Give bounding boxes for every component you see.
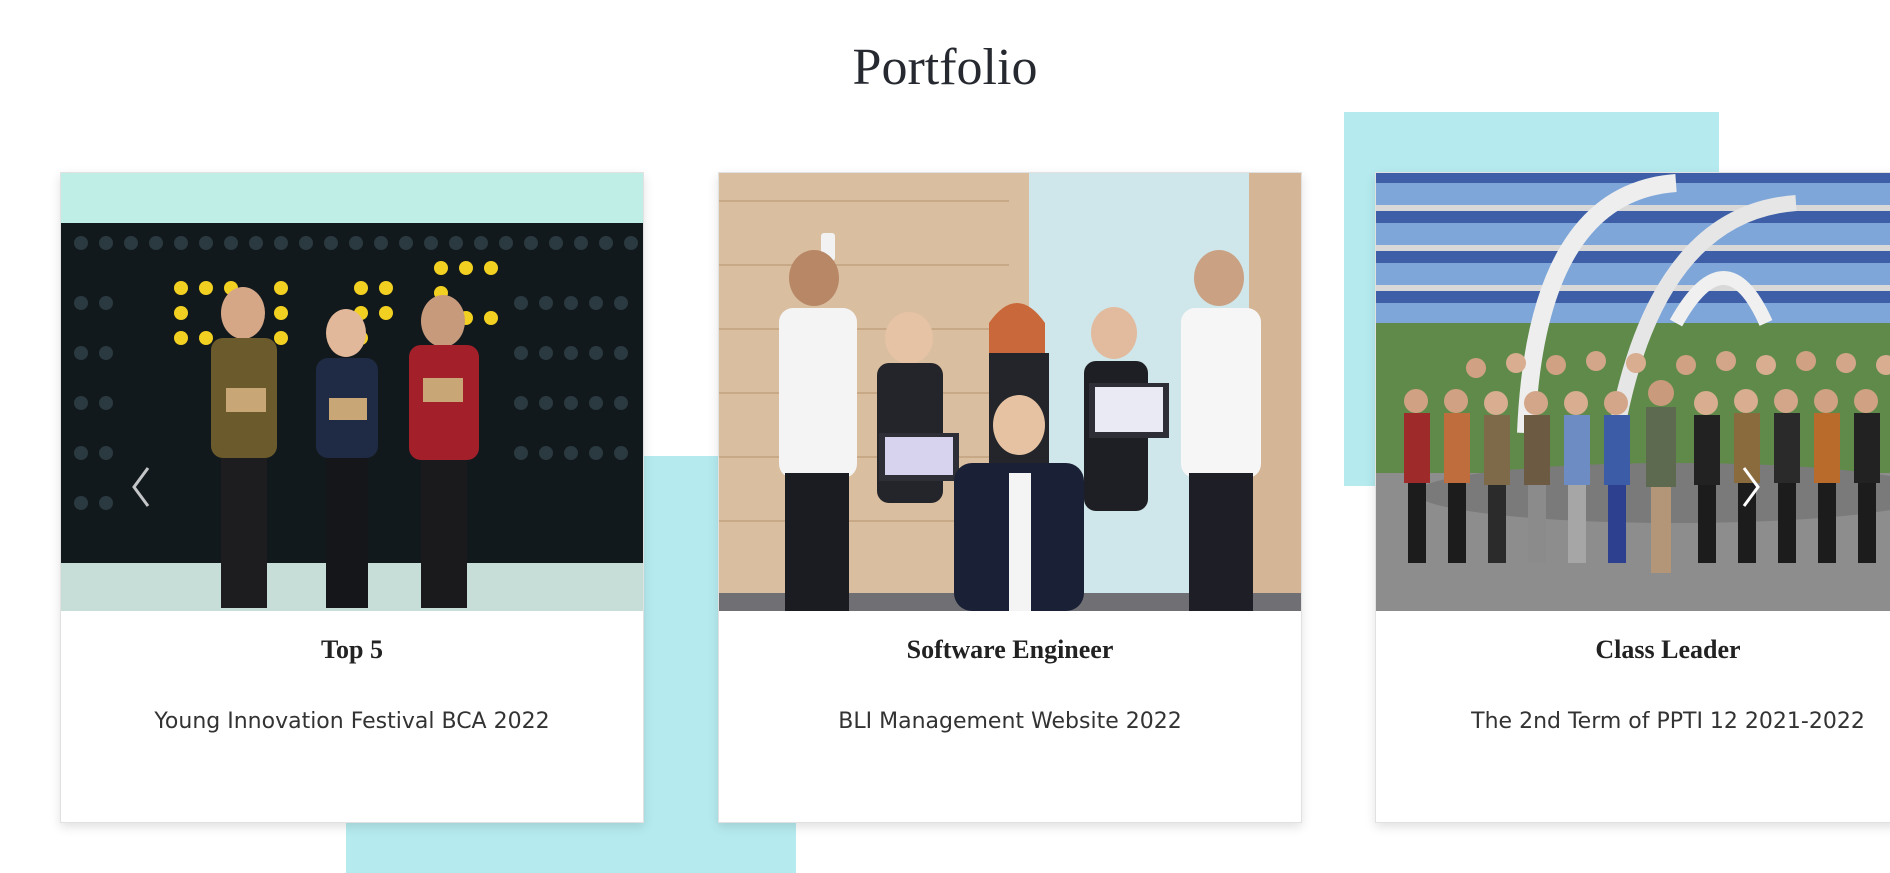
portfolio-card[interactable]: Class Leader The 2nd Term of PPTI 12 202… [1375, 172, 1890, 823]
portfolio-section: Portfolio Top 5 Young Innovation Festiva… [0, 0, 1890, 873]
carousel-prev-button[interactable] [122, 462, 162, 512]
portfolio-photo [719, 173, 1301, 611]
portfolio-card[interactable]: Software Engineer BLI Management Website… [718, 172, 1302, 823]
carousel-next-button[interactable] [1730, 462, 1770, 512]
card-title: Software Engineer [906, 635, 1114, 664]
portfolio-photo [1376, 173, 1890, 611]
portfolio-photo [61, 173, 643, 611]
chevron-left-icon [132, 467, 150, 507]
card-subtitle: The 2nd Term of PPTI 12 2021-2022 [1471, 709, 1865, 734]
chevron-right-icon [1742, 467, 1760, 507]
card-subtitle: BLI Management Website 2022 [838, 709, 1182, 734]
card-title: Class Leader [1595, 635, 1741, 664]
card-title: Top 5 [321, 635, 383, 664]
section-title: Portfolio [852, 39, 1038, 96]
card-subtitle: Young Innovation Festival BCA 2022 [154, 709, 550, 734]
